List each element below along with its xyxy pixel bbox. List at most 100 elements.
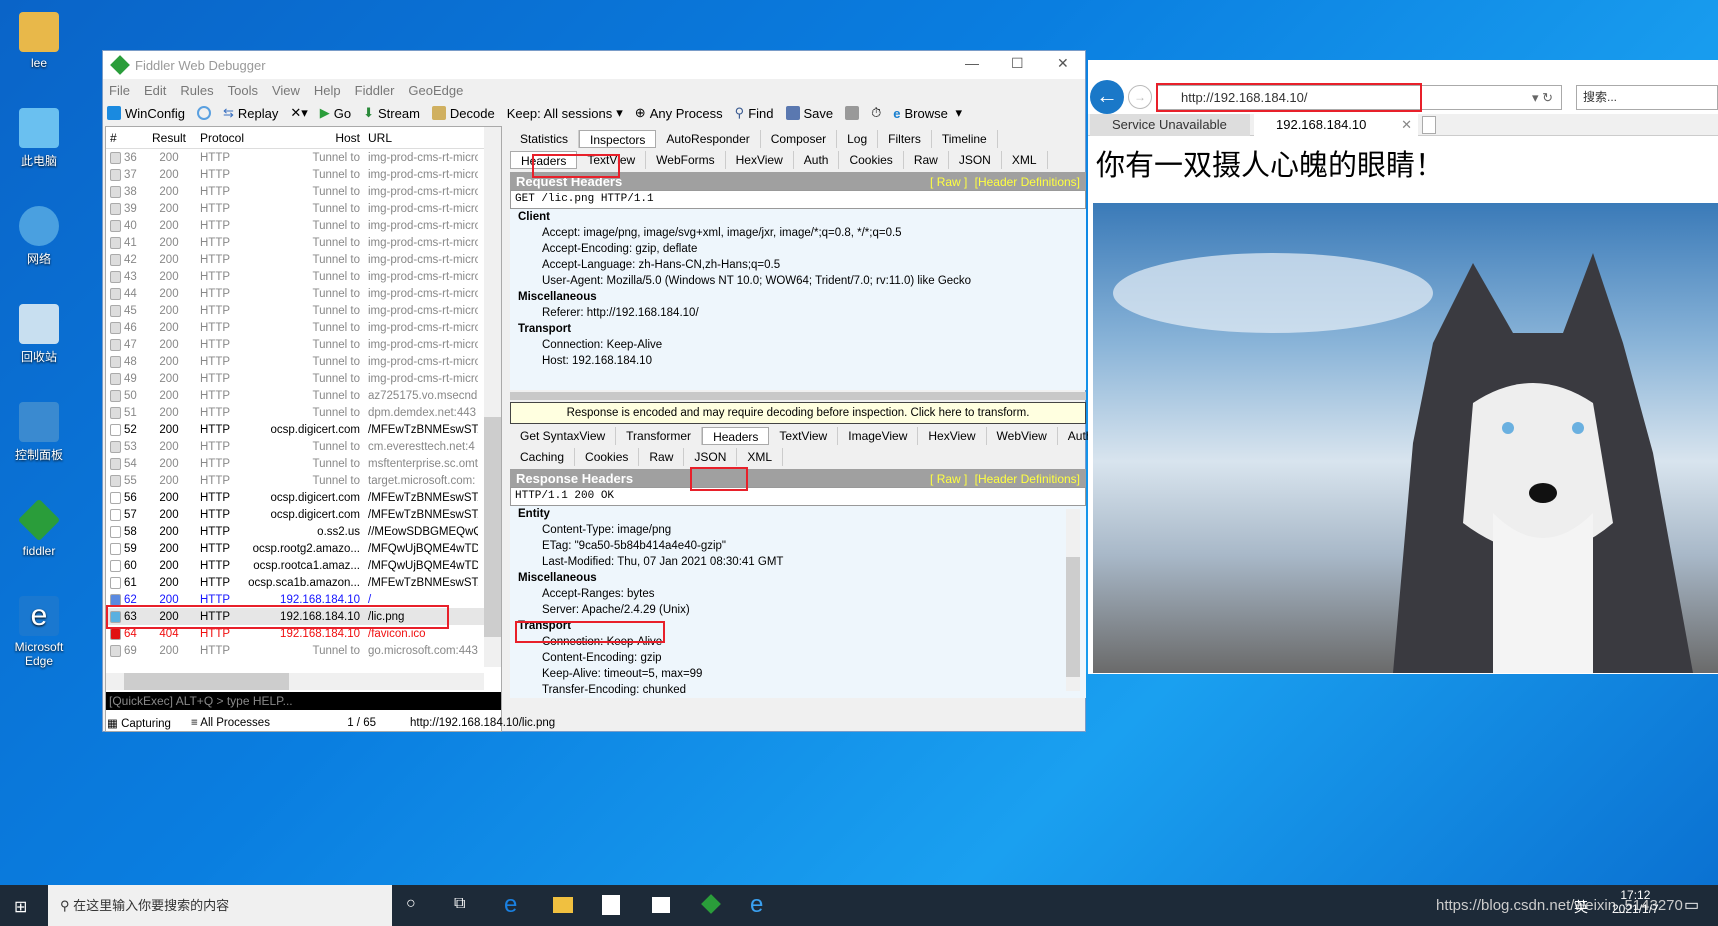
tab-json[interactable]: JSON — [949, 151, 1002, 169]
header-item[interactable]: Accept-Ranges: bytes — [518, 586, 1086, 602]
decode-button[interactable]: Decode — [431, 106, 495, 121]
header-item[interactable]: User-Agent: Mozilla/5.0 (Windows NT 10.0… — [518, 273, 1086, 289]
session-row[interactable]: 59 200 HTTP ocsp.rootg2.amazo... /MFQwUjBQME… — [106, 540, 501, 557]
session-row[interactable]: 54 200 HTTP Tunnel to msftenterprise.sc.omt — [106, 455, 501, 472]
menu-help[interactable]: Help — [314, 83, 341, 98]
response-header-definitions-link[interactable]: [Header Definitions] — [975, 472, 1080, 486]
response-scrollbar[interactable] — [1066, 509, 1080, 691]
tab-log[interactable]: Log — [837, 130, 879, 148]
menu-fiddler[interactable]: Fiddler — [355, 83, 395, 98]
desktop-icon-this-pc[interactable]: 此电脑 — [8, 108, 70, 169]
header-group[interactable]: Transport — [518, 321, 1086, 337]
ime-indicator[interactable]: 英 — [1574, 897, 1588, 917]
session-row[interactable]: 38 200 HTTP Tunnel to img-prod-cms-rt-micro — [106, 183, 501, 200]
session-row[interactable]: 61 200 HTTP ocsp.sca1b.amazon... /MFEwTzBNME… — [106, 574, 501, 591]
session-vertical-scrollbar[interactable] — [484, 127, 501, 667]
header-item[interactable]: Accept-Encoding: gzip, deflate — [518, 241, 1086, 257]
menu-tools[interactable]: Tools — [228, 83, 258, 98]
task-view-icon[interactable]: ⧉ — [454, 895, 465, 913]
stream-button[interactable]: ⬇ Stream — [363, 105, 420, 121]
timer-button[interactable]: ⏱ — [871, 105, 881, 121]
tab-hexview[interactable]: HexView — [918, 427, 987, 445]
menu-geoedge[interactable]: GeoEdge — [408, 83, 463, 98]
session-row[interactable]: 53 200 HTTP Tunnel to cm.everesttech.net:4 — [106, 438, 501, 455]
taskbar-search[interactable]: ⚲ 在这里输入你要搜索的内容 — [48, 885, 392, 926]
tab-textview[interactable]: TextView — [769, 427, 839, 445]
close-button[interactable]: ✕ — [1057, 55, 1069, 72]
header-group[interactable]: Client — [518, 209, 1086, 225]
header-item[interactable]: Accept-Language: zh-Hans-CN,zh-Hans;q=0.… — [518, 257, 1086, 273]
column-url[interactable]: URL — [368, 131, 478, 145]
session-row[interactable]: 37 200 HTTP Tunnel to img-prod-cms-rt-micro — [106, 166, 501, 183]
find-button[interactable]: ⚲ Find — [735, 105, 774, 121]
session-row[interactable]: 45 200 HTTP Tunnel to img-prod-cms-rt-micro — [106, 302, 501, 319]
tab-autoresponder[interactable]: AutoResponder — [656, 130, 761, 148]
process-filter[interactable]: ≡ All Processes — [183, 717, 308, 729]
desktop-icon-fiddler[interactable]: fiddler — [8, 498, 70, 558]
tab-xml[interactable]: XML — [1002, 151, 1048, 169]
header-item[interactable]: Transfer-Encoding: chunked — [518, 682, 1086, 698]
desktop-icon-control-panel[interactable]: 控制面板 — [8, 402, 70, 463]
save-button[interactable]: Save — [785, 106, 833, 121]
header-item[interactable]: Connection: Keep-Alive — [518, 337, 1086, 353]
tab-inspectors[interactable]: Inspectors — [579, 130, 657, 148]
close-tab-icon[interactable]: ✕ — [1401, 114, 1412, 136]
clock[interactable]: 17:12 2021/1/7 — [1612, 888, 1659, 916]
search-box[interactable]: 搜索... — [1576, 85, 1718, 110]
minimize-button[interactable]: — — [965, 55, 979, 71]
tab-transformer[interactable]: Transformer — [616, 427, 703, 445]
store-icon[interactable] — [602, 895, 620, 915]
desktop-icon-recycle-bin[interactable]: 回收站 — [8, 304, 70, 365]
any-process-button[interactable]: ⊕ Any Process — [635, 105, 723, 121]
session-row[interactable]: 51 200 HTTP Tunnel to dpm.demdex.net:443 — [106, 404, 501, 421]
session-list[interactable]: # Result Protocol Host URL 36 200 HTTP Tunn… — [105, 126, 502, 732]
session-row[interactable]: 50 200 HTTP Tunnel to az725175.vo.msecnd. — [106, 387, 501, 404]
comment-button[interactable] — [196, 106, 211, 120]
tab-get-syntaxview[interactable]: Get SyntaxView — [510, 427, 617, 445]
header-item[interactable]: Referer: http://192.168.184.10/ — [518, 305, 1086, 321]
go-button[interactable]: ▶ Go — [320, 105, 351, 121]
desktop-icon-network[interactable]: 网络 — [8, 206, 70, 267]
edge-taskbar-icon[interactable]: e — [504, 891, 517, 919]
session-row[interactable]: 44 200 HTTP Tunnel to img-prod-cms-rt-micro — [106, 285, 501, 302]
header-item[interactable]: ETag: "9ca50-5b84b414a4e40-gzip" — [518, 538, 1086, 554]
replay-button[interactable]: ⇆ Replay — [223, 105, 278, 121]
session-row[interactable]: 36 200 HTTP Tunnel to img-prod-cms-rt-micro — [106, 149, 501, 166]
quickexec-input[interactable]: [QuickExec] ALT+Q > type HELP... — [106, 692, 501, 710]
winconfig-button[interactable]: WinConfig — [107, 106, 185, 121]
tab-raw[interactable]: Raw — [639, 448, 685, 466]
start-button[interactable]: ⊞ — [14, 897, 27, 917]
desktop-icon-edge[interactable]: e Microsoft Edge — [8, 596, 70, 668]
session-row[interactable]: 56 200 HTTP ocsp.digicert.com/MFEwTzBNMEswS… — [106, 489, 501, 506]
tab-hexview[interactable]: HexView — [726, 151, 794, 169]
header-item[interactable]: Server: Apache/2.4.29 (Unix) — [518, 602, 1086, 618]
refresh-icon[interactable]: ▾ ↻ — [1532, 86, 1553, 109]
header-item[interactable]: Accept: image/png, image/svg+xml, image/… — [518, 225, 1086, 241]
session-row[interactable]: 69 200 HTTP Tunnel to go.microsoft.com:443 — [106, 642, 501, 659]
file-explorer-icon[interactable] — [553, 897, 573, 913]
browse-button[interactable]: e Browse ▾ — [893, 105, 962, 121]
session-row[interactable]: 47 200 HTTP Tunnel to img-prod-cms-rt-micro — [106, 336, 501, 353]
header-item[interactable]: Host: 192.168.184.10 — [518, 353, 1086, 369]
session-row[interactable]: 52 200 HTTP ocsp.digicert.com/MFEwTzBNMEswS… — [106, 421, 501, 438]
forward-button[interactable]: → — [1128, 85, 1152, 109]
mail-icon[interactable] — [652, 897, 670, 913]
header-group[interactable]: Miscellaneous — [518, 570, 1086, 586]
ie-taskbar-icon[interactable]: e — [750, 891, 763, 919]
tab-composer[interactable]: Composer — [761, 130, 838, 148]
tab-active[interactable]: 192.168.184.10 ✕ — [1254, 114, 1418, 136]
column-result[interactable]: Result — [146, 131, 192, 145]
back-button[interactable]: ← — [1090, 80, 1124, 114]
screenshot-button[interactable] — [845, 106, 860, 120]
tab-imageview[interactable]: ImageView — [838, 427, 919, 445]
session-row[interactable]: 60 200 HTTP ocsp.rootca1.amaz... /MFQwUjBQME… — [106, 557, 501, 574]
session-row[interactable]: 46 200 HTTP Tunnel to img-prod-cms-rt-micro — [106, 319, 501, 336]
header-item[interactable]: Content-Type: image/png — [518, 522, 1086, 538]
header-group[interactable]: Miscellaneous — [518, 289, 1086, 305]
menu-rules[interactable]: Rules — [180, 83, 213, 98]
cortana-icon[interactable]: ○ — [406, 895, 416, 913]
tab-caching[interactable]: Caching — [510, 448, 576, 466]
session-row[interactable]: 39 200 HTTP Tunnel to img-prod-cms-rt-micro — [106, 200, 501, 217]
tab-webview[interactable]: WebView — [987, 427, 1058, 445]
tab-auth[interactable]: Auth — [794, 151, 840, 169]
